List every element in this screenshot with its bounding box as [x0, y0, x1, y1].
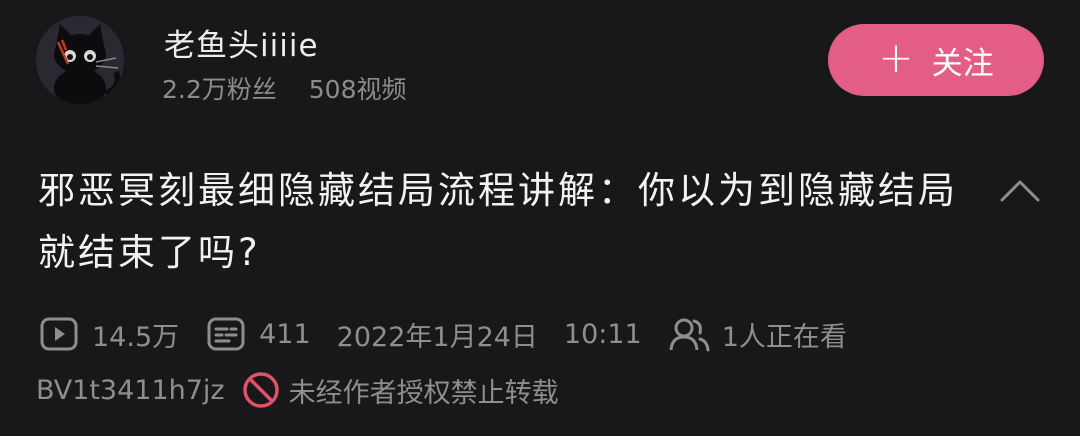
danmaku-icon [207, 317, 245, 351]
copyright-notice: 未经作者授权禁止转载 [288, 377, 559, 409]
follow-label: 关注 [931, 45, 994, 82]
follow-button[interactable]: + 关注 [828, 24, 1044, 96]
plus-icon: + [878, 33, 914, 82]
chevron-up-icon [1000, 180, 1040, 202]
video-meta-row: 14.5万 411 2022年1月24日 10:11 1人正在看 [38, 310, 847, 358]
no-repost-icon [242, 372, 279, 408]
viewers-icon [669, 318, 710, 352]
collapse-button[interactable] [996, 168, 1044, 216]
play-icon [40, 317, 78, 351]
view-count: 14.5万 [92, 321, 180, 353]
publish-time: 10:11 [563, 318, 642, 350]
follower-count: 2.2万粉丝 [162, 75, 277, 104]
publish-date: 2022年1月24日 [336, 321, 538, 353]
video-title: 邪恶冥刻最细隐藏结局流程讲解：你以为到隐藏结局就结束了吗? [38, 169, 958, 274]
video-id-row: BV1t3411h7jz 未经作者授权禁止转载 [36, 364, 559, 416]
black-cat-avatar-icon [36, 16, 124, 104]
uploader-stats: 2.2万粉丝 508视频 [162, 70, 406, 106]
bvid[interactable]: BV1t3411h7jz [36, 375, 225, 406]
video-count: 508视频 [308, 75, 407, 104]
uploader-name[interactable]: 老鱼头iiiie [164, 20, 319, 65]
uploader-avatar[interactable] [36, 16, 124, 104]
watching-count: 1人正在看 [721, 321, 847, 353]
danmaku-count: 411 [259, 318, 311, 350]
